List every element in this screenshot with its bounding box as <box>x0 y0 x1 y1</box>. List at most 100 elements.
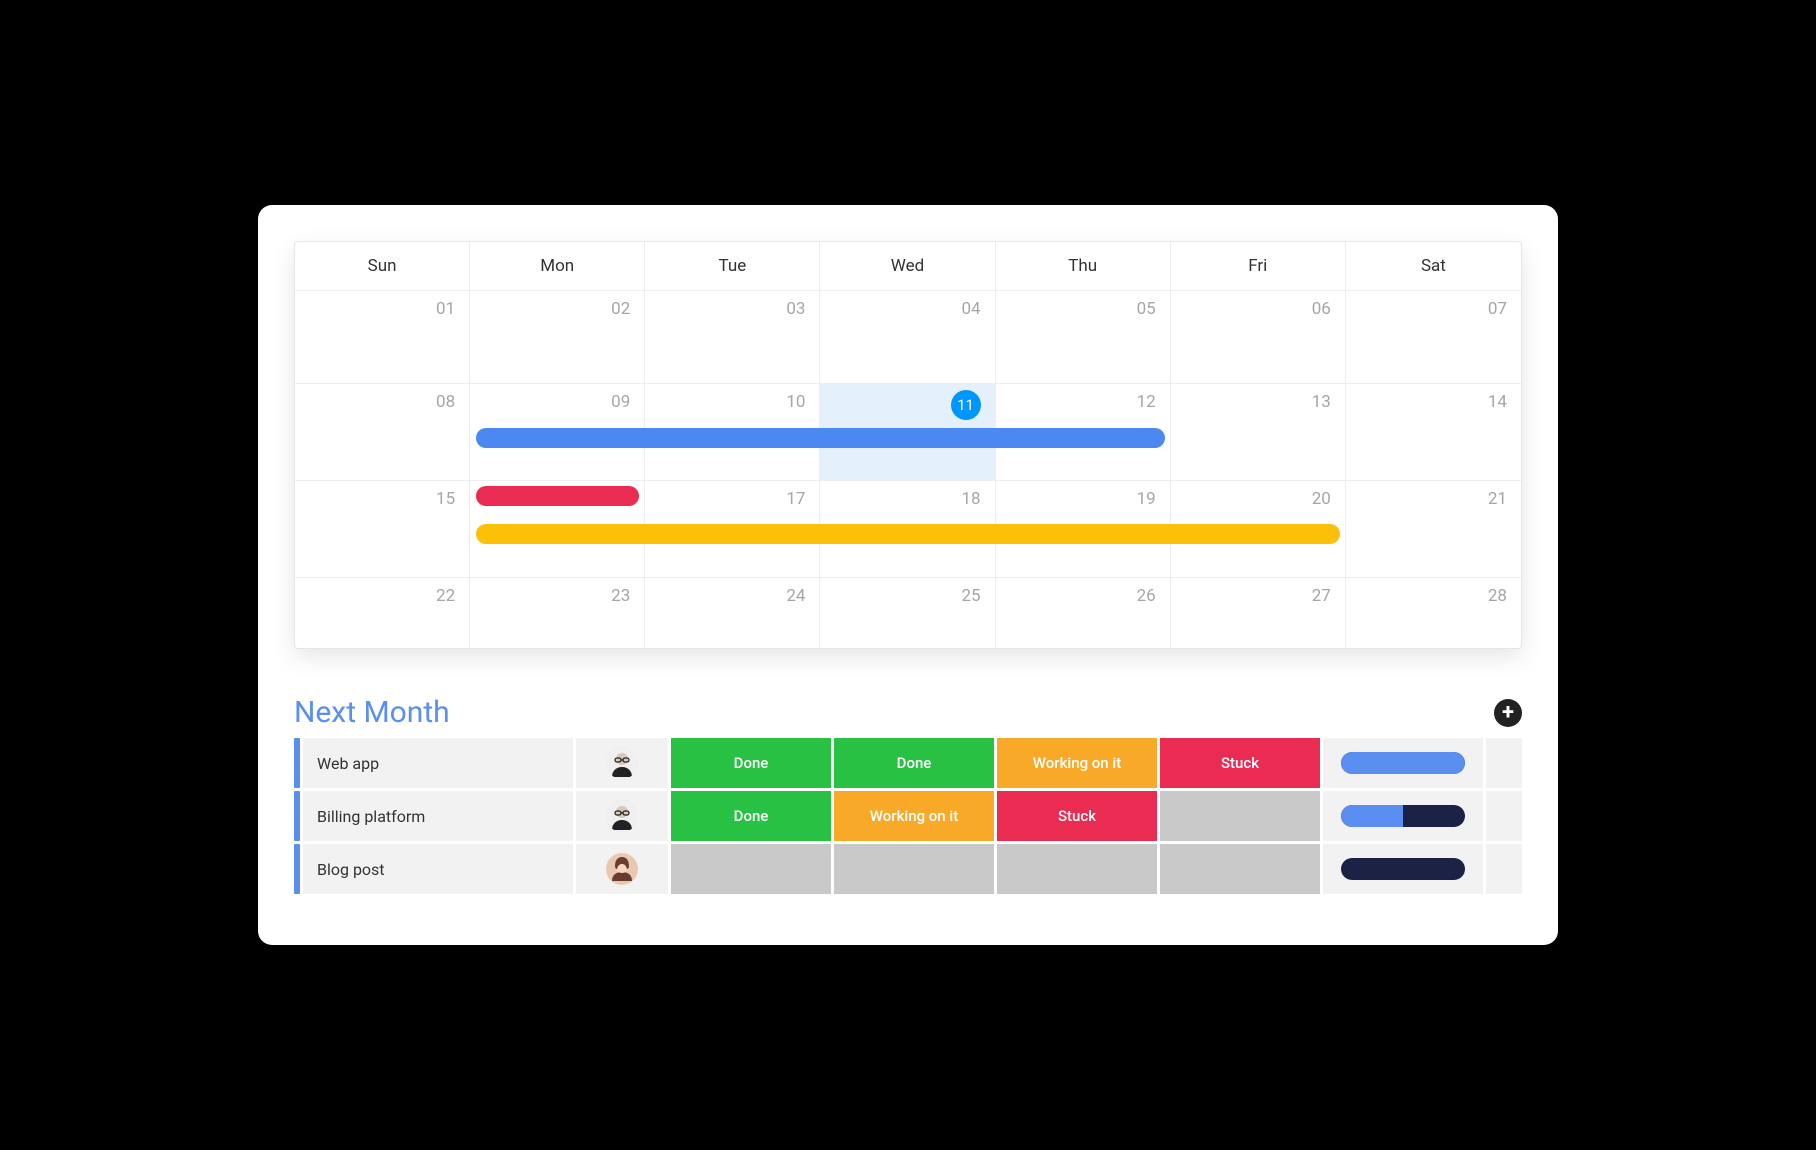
calendar-cell[interactable]: 26 <box>996 578 1171 648</box>
status-cell[interactable]: Done <box>671 791 831 841</box>
section-header: Next Month + <box>294 695 1522 730</box>
assignee-cell[interactable] <box>576 844 668 894</box>
progress-track <box>1341 752 1465 774</box>
date-number: 21 <box>1488 489 1507 509</box>
status-cell-empty[interactable] <box>997 844 1157 894</box>
calendar-event-bar[interactable] <box>476 486 639 506</box>
date-number: 13 <box>1312 392 1331 412</box>
calendar-cell[interactable]: 08 <box>295 384 470 480</box>
calendar-cell[interactable]: 14 <box>1346 384 1521 480</box>
progress-cell[interactable] <box>1323 738 1483 788</box>
calendar-cell[interactable]: 22 <box>295 578 470 648</box>
weekday-header: Thu <box>996 242 1171 290</box>
date-number: 20 <box>1312 489 1331 509</box>
calendar-cell[interactable]: 01 <box>295 291 470 383</box>
progress-cell[interactable] <box>1323 844 1483 894</box>
date-number: 12 <box>1137 392 1156 412</box>
progress-cell[interactable] <box>1323 791 1483 841</box>
date-number: 14 <box>1488 392 1507 412</box>
date-number: 18 <box>961 489 980 509</box>
progress-fill <box>1341 805 1403 827</box>
date-number: 08 <box>436 392 455 412</box>
date-number: 24 <box>786 586 805 606</box>
date-number: 01 <box>436 299 455 319</box>
date-number: 28 <box>1488 586 1507 606</box>
today-badge: 11 <box>951 390 981 420</box>
progress-track <box>1341 805 1465 827</box>
date-number: 25 <box>961 586 980 606</box>
section-title: Next Month <box>294 695 450 730</box>
row-accent <box>294 791 300 841</box>
task-table: Web appDoneDoneWorking on itStuckBilling… <box>294 738 1522 894</box>
calendar-cell[interactable]: 07 <box>1346 291 1521 383</box>
progress-track <box>1341 858 1465 880</box>
status-cell[interactable]: Working on it <box>834 791 994 841</box>
status-cell-empty[interactable] <box>1160 791 1320 841</box>
assignee-cell[interactable] <box>576 738 668 788</box>
calendar-row: 01 02 03 04 05 06 07 <box>295 290 1521 383</box>
row-end-spacer <box>1486 844 1522 894</box>
calendar-cell[interactable]: 13 <box>1171 384 1346 480</box>
calendar-cell[interactable]: 02 <box>470 291 645 383</box>
avatar-icon <box>606 853 638 885</box>
task-row: Web appDoneDoneWorking on itStuck <box>294 738 1522 788</box>
status-cell-empty[interactable] <box>671 844 831 894</box>
date-number: 10 <box>786 392 805 412</box>
weekday-header: Sun <box>295 242 470 290</box>
date-number: 07 <box>1488 299 1507 319</box>
calendar-cell[interactable]: 04 <box>820 291 995 383</box>
avatar-icon <box>606 800 638 832</box>
add-task-button[interactable]: + <box>1494 699 1522 727</box>
date-number: 03 <box>786 299 805 319</box>
calendar-event-bar[interactable] <box>476 428 1165 448</box>
date-number: 06 <box>1312 299 1331 319</box>
assignee-cell[interactable] <box>576 791 668 841</box>
status-cell[interactable]: Stuck <box>997 791 1157 841</box>
progress-fill <box>1341 752 1465 774</box>
date-number: 17 <box>786 489 805 509</box>
avatar-icon <box>606 747 638 779</box>
status-cell[interactable]: Working on it <box>997 738 1157 788</box>
calendar-cell[interactable]: 21 <box>1346 481 1521 577</box>
calendar-cell[interactable]: 28 <box>1346 578 1521 648</box>
weekday-header: Wed <box>820 242 995 290</box>
calendar-cell[interactable]: 03 <box>645 291 820 383</box>
weekday-header: Fri <box>1171 242 1346 290</box>
task-name-cell[interactable]: Web app <box>303 738 573 788</box>
calendar-cell[interactable]: 05 <box>996 291 1171 383</box>
calendar-event-bar[interactable] <box>476 524 1340 544</box>
calendar-body: 0102030405060708091011121314151617181920… <box>295 290 1521 648</box>
status-cell-empty[interactable] <box>1160 844 1320 894</box>
date-number: 23 <box>611 586 630 606</box>
date-number: 05 <box>1137 299 1156 319</box>
calendar-cell[interactable]: 15 <box>295 481 470 577</box>
date-number: 27 <box>1312 586 1331 606</box>
date-number: 26 <box>1137 586 1156 606</box>
date-number: 15 <box>436 489 455 509</box>
row-accent <box>294 738 300 788</box>
calendar-cell[interactable]: 24 <box>645 578 820 648</box>
status-cell[interactable]: Done <box>671 738 831 788</box>
status-cell[interactable]: Stuck <box>1160 738 1320 788</box>
status-cell[interactable]: Done <box>834 738 994 788</box>
weekday-header: Mon <box>470 242 645 290</box>
date-number: 09 <box>611 392 630 412</box>
date-number: 19 <box>1137 489 1156 509</box>
task-row: Blog post <box>294 844 1522 894</box>
task-name-cell[interactable]: Blog post <box>303 844 573 894</box>
app-card: Sun Mon Tue Wed Thu Fri Sat 01 02 03 04 05 06… <box>258 205 1558 945</box>
date-number: 02 <box>611 299 630 319</box>
calendar-cell[interactable]: 25 <box>820 578 995 648</box>
status-cell-empty[interactable] <box>834 844 994 894</box>
task-row: Billing platform DoneWorking on itStuck <box>294 791 1522 841</box>
calendar: Sun Mon Tue Wed Thu Fri Sat 01 02 03 04 05 06… <box>294 241 1522 649</box>
calendar-cell[interactable]: 23 <box>470 578 645 648</box>
calendar-cell[interactable]: 06 <box>1171 291 1346 383</box>
date-number: 22 <box>436 586 455 606</box>
weekday-header: Tue <box>645 242 820 290</box>
calendar-cell[interactable]: 27 <box>1171 578 1346 648</box>
task-name-cell[interactable]: Billing platform <box>303 791 573 841</box>
plus-icon: + <box>1502 702 1514 724</box>
calendar-header-row: Sun Mon Tue Wed Thu Fri Sat <box>295 242 1521 290</box>
row-end-spacer <box>1486 738 1522 788</box>
